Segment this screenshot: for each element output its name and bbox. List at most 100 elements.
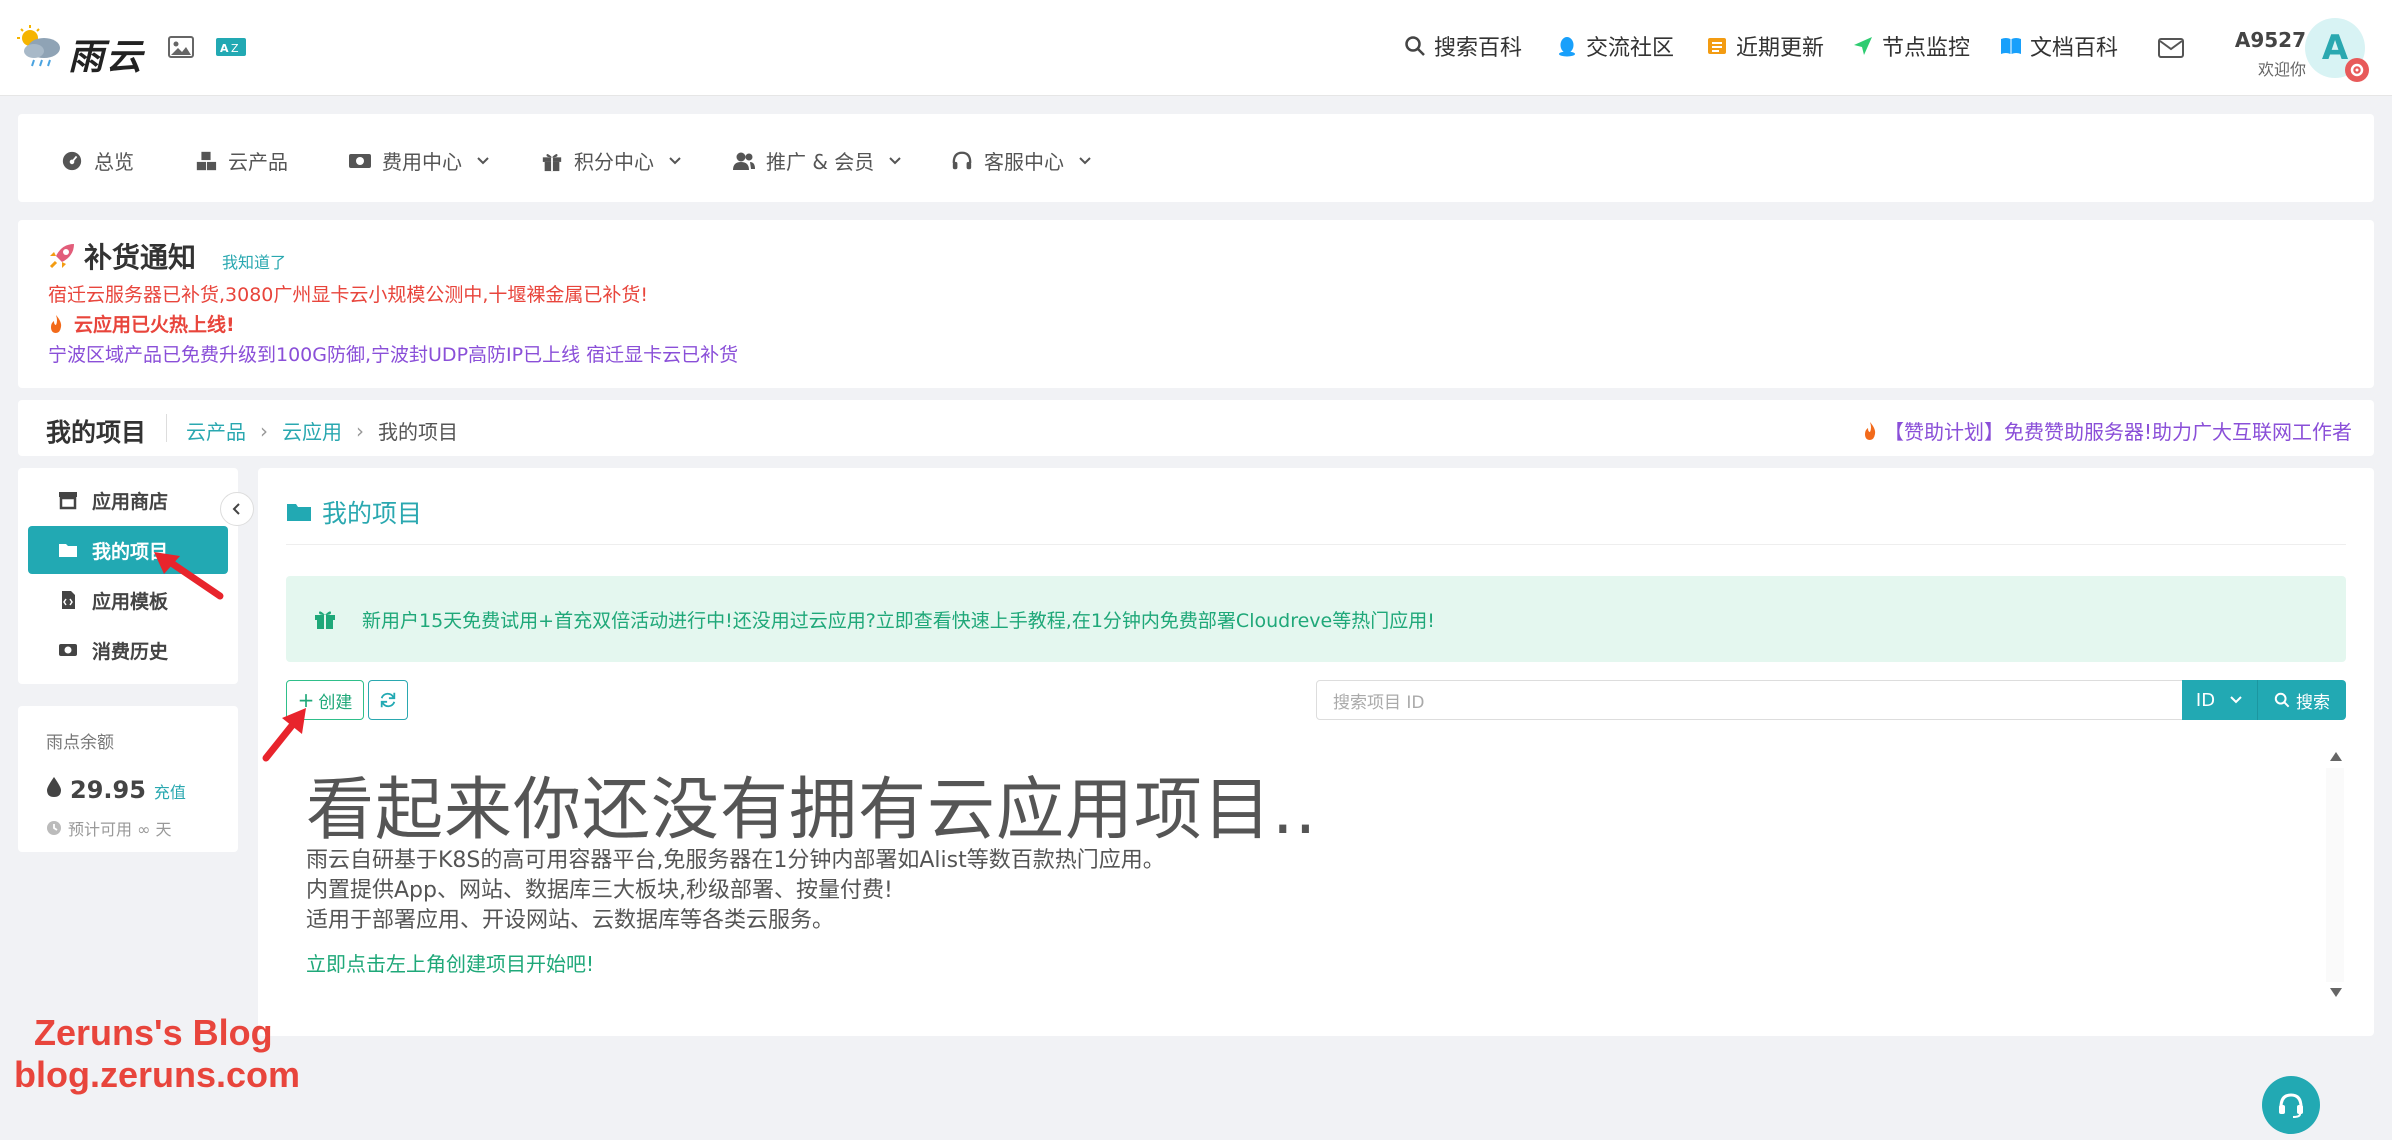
watermark-line: blog.zeruns.com [14, 1054, 300, 1096]
annotation-arrow [150, 548, 226, 602]
topnav-label: 近期更新 [1736, 30, 1824, 62]
chevron-right-icon: › [356, 419, 364, 443]
sponsor-text: 【赞助计划】免费赞助服务器!助力广大互联网工作者 [1884, 416, 2352, 445]
scrollbar[interactable] [2326, 768, 2344, 982]
search-icon [1404, 35, 1426, 57]
topnav-label: 节点监控 [1882, 30, 1970, 62]
cubes-icon [194, 150, 218, 172]
image-icon[interactable] [168, 36, 194, 58]
store-icon [58, 490, 78, 510]
content-title-text: 我的项目 [322, 494, 422, 530]
clock-icon [46, 820, 62, 836]
fire-icon [48, 314, 64, 334]
nav-label: 积分中心 [574, 146, 654, 175]
sidebar-item-billing-history[interactable]: 消费历史 [28, 626, 228, 674]
nav-support[interactable]: 客服中心 [950, 146, 1092, 175]
empty-state-line: 雨云自研基于K8S的高可用容器平台,免服务器在1分钟内部署如Alist等数百款热… [306, 842, 1165, 874]
nav-label: 推广 & 会员 [766, 146, 874, 175]
nav-cloud-products[interactable]: 云产品 [194, 146, 288, 175]
scroll-down-arrow-icon[interactable] [2330, 988, 2342, 997]
search-field-select[interactable]: ID [2182, 680, 2258, 720]
nav-billing[interactable]: 费用中心 [348, 146, 490, 175]
dismiss-link[interactable]: 我知道了 [222, 249, 286, 273]
restock-notice: 补货通知 我知道了 宿迁云服务器已补货,3080广州显卡云小规模公测中,十堰裸金… [18, 220, 2374, 388]
svg-text:Z: Z [231, 42, 239, 55]
headset-icon [2276, 1090, 2306, 1120]
topnav-label: 搜索百科 [1434, 30, 1522, 62]
breadcrumb-link[interactable]: 云产品 [186, 416, 246, 445]
users-icon [732, 150, 756, 172]
search-input[interactable]: 搜索项目 ID [1316, 680, 2190, 720]
svg-text:A: A [220, 42, 229, 55]
gift-icon [540, 150, 564, 172]
main-nav: 总览 云产品 费用中心 积分中心 推广 & 会员 客服中心 [18, 114, 2374, 202]
empty-state-cta[interactable]: 立即点击左上角创建项目开始吧! [306, 948, 594, 977]
headset-icon [950, 150, 974, 172]
page-header: 我的项目 云产品 › 云应用 › 我的项目 【赞助计划】免费赞助服务器!助力广大… [18, 400, 2374, 456]
empty-state-heading: 看起来你还没有拥有云应用项目.. [306, 754, 1317, 853]
file-code-icon [58, 590, 78, 610]
topnav-monitor[interactable]: 节点监控 [1852, 30, 1970, 62]
search-button[interactable]: 搜索 [2258, 680, 2346, 720]
user-info[interactable]: A9527 欢迎你 [2206, 28, 2306, 80]
nav-affiliate[interactable]: 推广 & 会员 [732, 146, 902, 175]
folder-icon [286, 501, 312, 523]
sidebar-collapse-button[interactable] [220, 492, 254, 526]
notice-line-hot: 云应用已火热上线! [48, 310, 235, 337]
sidebar-item-label: 消费历史 [92, 637, 168, 664]
main-content: 我的项目 新用户15天免费试用+首充双倍活动进行中!还没用过云应用?立即查看快速… [258, 468, 2374, 1036]
topnav-updates[interactable]: 近期更新 [1706, 30, 1824, 62]
notice-line: 宁波区域产品已免费升级到100G防御,宁波封UDP高防IP已上线 宿迁显卡云已补… [48, 340, 738, 367]
folder-icon [58, 540, 78, 560]
book-icon [2000, 35, 2022, 57]
divider [286, 544, 2346, 545]
nav-label: 云产品 [228, 146, 288, 175]
promo-text[interactable]: 新用户15天免费试用+首充双倍活动进行中!还没用过云应用?立即查看快速上手教程,… [362, 606, 1435, 633]
nav-overview[interactable]: 总览 [60, 146, 134, 175]
balance-card: 雨点余额 29.95 充值 预计可用 ∞ 天 [18, 706, 238, 852]
search-icon [2274, 692, 2290, 708]
translate-icon[interactable]: AZ [216, 36, 242, 58]
money-icon [348, 150, 372, 172]
breadcrumb: 云产品 › 云应用 › 我的项目 [186, 416, 458, 445]
brand-logo[interactable]: 雨云 [16, 24, 148, 76]
top-bar: 雨云 AZ 搜索百科 交流社区 近期更新 节点监控 文档百科 A9527 欢迎你… [0, 0, 2392, 96]
empty-state-line: 适用于部署应用、开设网站、云数据库等各类云服务。 [306, 902, 834, 934]
breadcrumb-link[interactable]: 云应用 [282, 416, 342, 445]
sidebar-item-app-store[interactable]: 应用商店 [28, 476, 228, 524]
gear-badge-icon [2345, 58, 2369, 82]
search-label: 搜索 [2296, 688, 2330, 713]
balance-value: 29.95 [70, 776, 146, 804]
avatar[interactable]: A [2305, 18, 2365, 78]
page-title: 我的项目 [46, 413, 146, 449]
topnav-label: 文档百科 [2030, 30, 2118, 62]
nav-label: 费用中心 [382, 146, 462, 175]
refresh-icon [379, 691, 397, 709]
raindrop-icon [46, 776, 62, 798]
money-icon [58, 640, 78, 660]
sidebar-item-label: 应用商店 [92, 487, 168, 514]
nav-points[interactable]: 积分中心 [540, 146, 682, 175]
fire-icon [1862, 421, 1878, 441]
support-chat-button[interactable] [2262, 1076, 2320, 1134]
topnav-docs[interactable]: 文档百科 [2000, 30, 2118, 62]
brand-name: 雨云 [68, 28, 144, 80]
search-placeholder: 搜索项目 ID [1333, 688, 1425, 713]
breadcrumb-current: 我的项目 [378, 416, 458, 445]
refresh-button[interactable] [368, 680, 408, 720]
nav-label: 客服中心 [984, 146, 1064, 175]
notice-title: 补货通知 [48, 236, 196, 276]
gift-icon [314, 608, 336, 630]
mail-icon[interactable] [2158, 38, 2184, 60]
weather-logo-icon [16, 24, 66, 70]
recharge-link[interactable]: 充值 [154, 779, 186, 803]
scroll-up-arrow-icon[interactable] [2330, 752, 2342, 761]
divider [166, 414, 167, 442]
topnav-community[interactable]: 交流社区 [1556, 30, 1674, 62]
annotation-arrow [258, 704, 310, 764]
sponsor-link[interactable]: 【赞助计划】免费赞助服务器!助力广大互联网工作者 [1862, 416, 2352, 445]
topnav-search-wiki[interactable]: 搜索百科 [1404, 30, 1522, 62]
user-greeting: 欢迎你 [2206, 56, 2306, 80]
list-icon [1706, 35, 1728, 57]
chevron-down-icon [888, 156, 902, 166]
